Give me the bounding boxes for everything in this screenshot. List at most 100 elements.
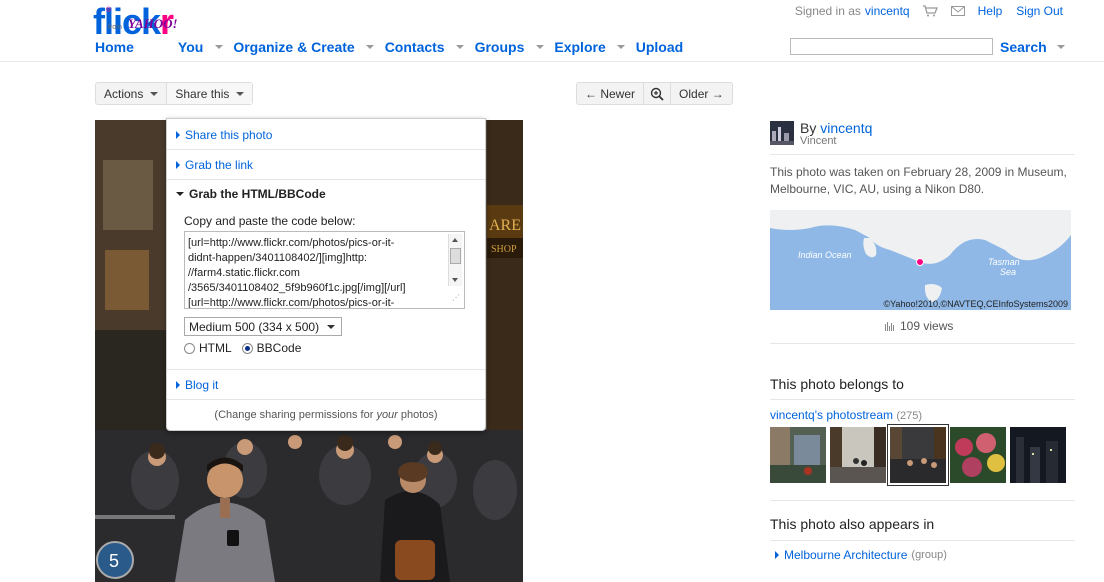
caret-shape [617, 45, 626, 49]
svg-text:5: 5 [109, 551, 119, 571]
owner-real-name: Vincent [800, 135, 837, 147]
sharing-permissions-link[interactable]: (Change sharing permissions for your pho… [214, 409, 437, 421]
bbcode-radio[interactable] [241, 342, 253, 354]
embed-code-line: didnt-happen/3401108402/][img]http: [188, 252, 367, 264]
photostream-thumb[interactable] [1010, 427, 1066, 483]
grab-the-link-item[interactable]: Grab the link [167, 150, 485, 180]
group-context: Melbourne Architecture (group) [775, 548, 947, 562]
group-type-label: (group) [911, 549, 947, 561]
divider [770, 540, 1075, 541]
help-link[interactable]: Help [978, 4, 1003, 18]
zoom-button[interactable] [644, 83, 672, 104]
caret-shape [366, 45, 375, 49]
share-this-menu: Share this photo Grab the link Grab the … [166, 118, 486, 431]
nav-organize-create[interactable]: Organize & Create [233, 39, 384, 55]
embed-code-line: [url=http://www.flickr.com/photos/pics-o… [188, 237, 395, 249]
photostream-thumb-current[interactable] [887, 424, 949, 486]
resize-grip-icon[interactable]: ⋰ [452, 290, 460, 305]
photo-size-select[interactable]: Medium 500 (334 x 500) [184, 317, 342, 336]
nav-groups[interactable]: Groups [475, 39, 555, 55]
group-link-melbourne-architecture[interactable]: Melbourne Architecture [784, 548, 907, 562]
map-label-tasman: Tasman [988, 257, 1020, 267]
html-radio-label[interactable]: HTML [199, 341, 232, 355]
nav-contacts[interactable]: Contacts [385, 39, 475, 55]
share-this-photo-label: Share this photo [185, 127, 273, 142]
grab-html-bbcode-header[interactable]: Grab the HTML/BBCode [176, 187, 485, 201]
view-count: 109 views [885, 319, 953, 333]
logo-from-text: from [108, 24, 122, 31]
grab-the-link-label: Grab the link [185, 157, 254, 172]
textarea-scrollbar[interactable] [448, 234, 462, 286]
nav-item-label: Contacts [384, 39, 445, 55]
mail-icon[interactable] [950, 5, 966, 17]
scroll-up-icon[interactable] [452, 238, 458, 242]
share-this-button[interactable]: Share this [167, 83, 253, 104]
chevron-down-icon[interactable] [530, 39, 548, 55]
photostream-link[interactable]: vincentq's photostream [770, 408, 893, 422]
divider [770, 399, 1075, 400]
yahoo-logo: YAHOO! [128, 16, 178, 31]
map-label-sea: Sea [1000, 267, 1017, 277]
account-bar: Signed in as vincentq Help Sign Out [795, 4, 1063, 18]
caret-shape [214, 45, 223, 49]
grab-html-bbcode-section: Grab the HTML/BBCode Copy and paste the … [167, 180, 485, 370]
copy-instruction: Copy and paste the code below: [184, 214, 356, 228]
blog-it-label: Blog it [185, 377, 219, 392]
chevron-down-icon[interactable] [209, 39, 227, 55]
actions-button[interactable]: Actions [96, 83, 168, 104]
avatar[interactable] [770, 121, 794, 145]
chevron-right-icon[interactable] [775, 551, 779, 559]
photostream-thumb[interactable] [830, 427, 886, 483]
zoom-icon [650, 87, 664, 101]
view-count-label: 109 views [900, 319, 954, 333]
map-label-indian-ocean: Indian Ocean [798, 250, 852, 260]
chevron-down-icon[interactable] [611, 39, 630, 55]
divider [770, 343, 1075, 344]
search-input[interactable] [790, 38, 993, 55]
newer-button[interactable]: ← Newer [577, 83, 645, 104]
signed-in-label: Signed in as [794, 4, 861, 18]
older-button[interactable]: Older → [671, 83, 732, 104]
cart-icon[interactable] [922, 5, 938, 17]
search-button[interactable]: Search [1000, 39, 1065, 55]
header-divider [0, 61, 1104, 62]
blog-it-item[interactable]: Blog it [167, 370, 485, 400]
actions-label: Actions [104, 86, 144, 101]
nav-explore[interactable]: Explore [554, 39, 635, 55]
caret-shape [456, 45, 465, 49]
chevron-down-icon[interactable] [450, 39, 469, 55]
owner-text: By vincentq Vincent [800, 121, 872, 148]
sharing-permissions-note: (Change sharing permissions for your pho… [167, 400, 485, 430]
nav-home[interactable]: Home [95, 39, 134, 55]
scroll-thumb[interactable] [450, 248, 461, 264]
by-label: By [800, 120, 817, 136]
permissions-text-end: photos) [397, 409, 438, 421]
nav-item-label: Organize & Create [233, 39, 355, 55]
divider [770, 500, 1075, 501]
sign-out-link[interactable]: Sign Out [1016, 4, 1063, 18]
photostream-thumb[interactable] [770, 427, 826, 483]
photo-actions-group: Actions Share this [95, 82, 254, 105]
chevron-right-icon [176, 130, 180, 139]
bbcode-radio-label[interactable]: BBCode [257, 341, 302, 355]
chevron-down-icon [176, 192, 184, 196]
logo-registered-mark: ® [106, 7, 112, 14]
location-map[interactable]: Indian Ocean Tasman Sea ©Yahoo!2010,©NAV… [770, 210, 1071, 310]
nav-you[interactable]: You [178, 39, 233, 55]
embed-code-line: [url=http://www.flickr.com/photos/pics-o… [188, 297, 395, 309]
chevron-down-icon[interactable] [360, 39, 379, 55]
photo-owner: By vincentq Vincent [770, 121, 872, 148]
nav-upload[interactable]: Upload [636, 39, 683, 55]
embed-code-textarea[interactable]: [url=http://www.flickr.com/photos/pics-o… [184, 231, 465, 309]
share-this-photo-item[interactable]: Share this photo [167, 120, 485, 150]
chevron-right-icon [176, 380, 180, 389]
scroll-down-icon[interactable] [452, 278, 458, 282]
signed-in-username[interactable]: vincentq [865, 4, 910, 18]
html-radio[interactable] [184, 342, 195, 354]
chevron-down-icon[interactable] [1056, 45, 1065, 49]
embed-code-line: /3565/3401108402_5f9b960f1c.jpg[/img][/u… [188, 282, 406, 294]
owner-link[interactable]: vincentq [820, 120, 872, 136]
photostream-thumb[interactable] [950, 427, 1006, 483]
photo-size-selected: Medium 500 (334 x 500) [189, 319, 320, 334]
svg-text:SHOP: SHOP [491, 244, 517, 255]
